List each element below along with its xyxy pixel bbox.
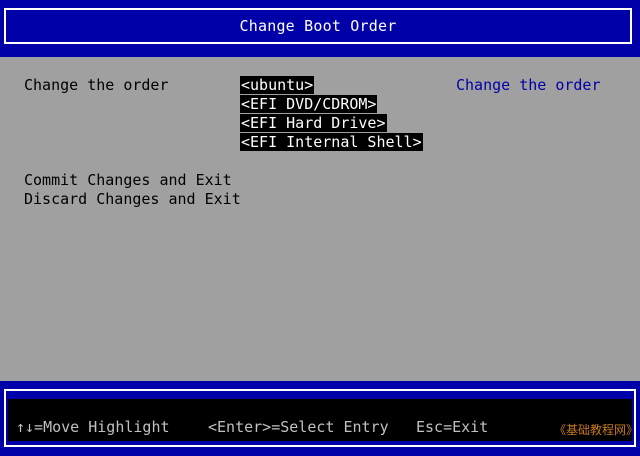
page-title: Change Boot Order: [239, 17, 397, 35]
boot-entry-dvd-cdrom[interactable]: <EFI DVD/CDROM>: [240, 95, 378, 113]
discard-changes-option[interactable]: Discard Changes and Exit: [24, 190, 241, 208]
help-text: Change the order: [456, 76, 601, 94]
watermark: 《基础教程网》: [554, 423, 639, 437]
boot-entry-ubuntu[interactable]: <ubuntu>: [240, 76, 315, 94]
boot-entry-internal-shell[interactable]: <EFI Internal Shell>: [240, 133, 423, 151]
commit-changes-option[interactable]: Commit Changes and Exit: [24, 171, 232, 189]
select-entry-hint: <Enter>=Select Entry: [208, 418, 389, 436]
exit-hint: Esc=Exit: [416, 418, 489, 436]
change-order-label[interactable]: Change the order: [24, 76, 169, 94]
menu-area: Change the order <ubuntu> <EFI DVD/CDROM…: [0, 57, 640, 381]
boot-entry-hard-drive[interactable]: <EFI Hard Drive>: [240, 114, 387, 132]
title-frame: Change Boot Order: [4, 8, 632, 44]
title-bar: Change Boot Order: [0, 0, 640, 57]
move-highlight-hint: ↑↓=Move Highlight: [16, 418, 170, 436]
key-help-bar: ↑↓=Move Highlight <Enter>=Select Entry E…: [0, 381, 640, 456]
